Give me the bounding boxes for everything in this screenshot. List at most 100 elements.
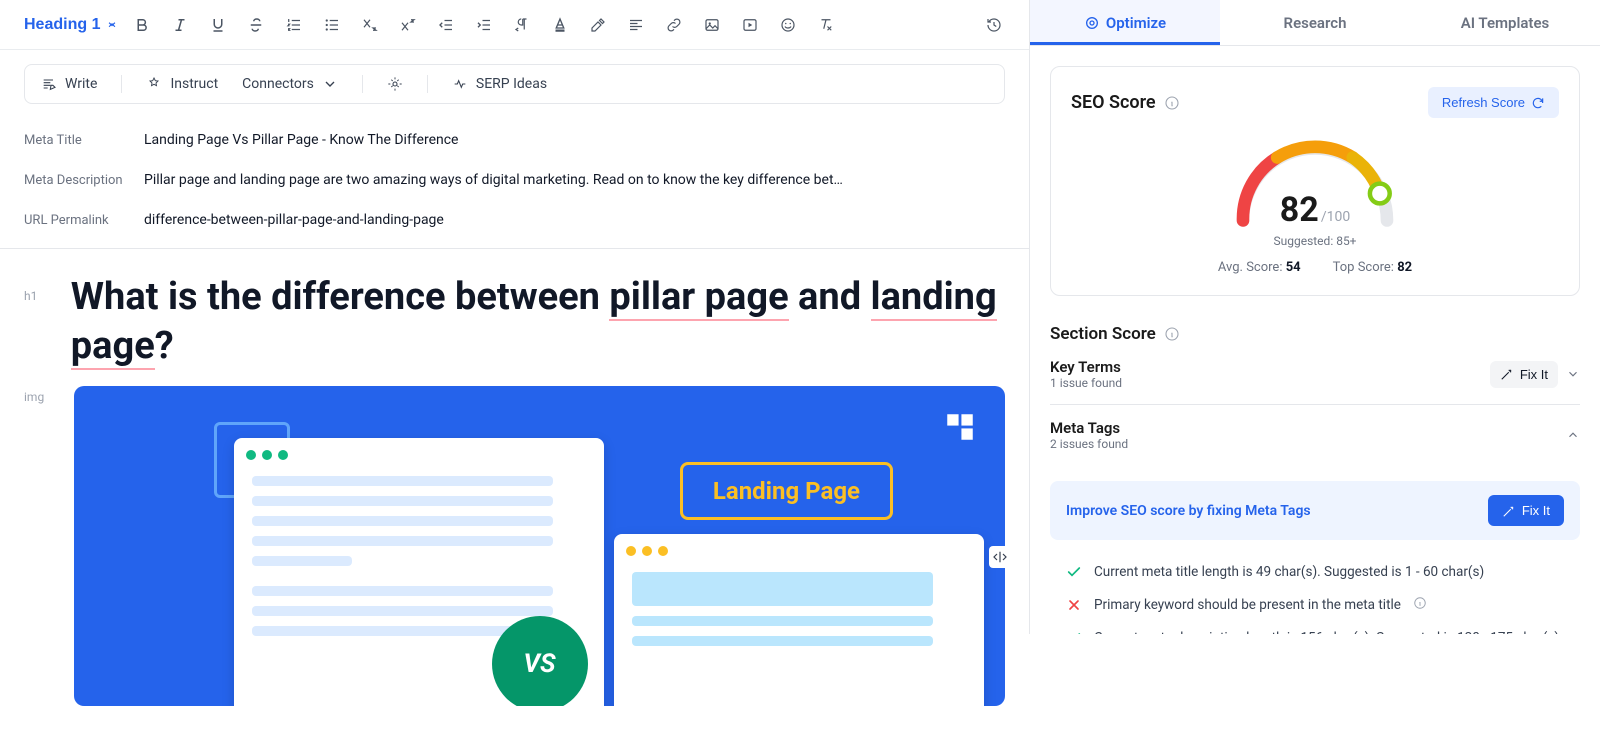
section-meta-tags[interactable]: Meta Tags 2 issues found xyxy=(1050,405,1580,465)
tab-optimize[interactable]: Optimize xyxy=(1030,0,1220,45)
italic-button[interactable] xyxy=(165,10,195,40)
settings-action[interactable] xyxy=(387,76,403,92)
landing-page-card xyxy=(614,534,984,706)
divider xyxy=(427,75,428,93)
section-key-terms[interactable]: Key Terms 1 issue found Fix It xyxy=(1050,344,1580,405)
highlight-button[interactable] xyxy=(583,10,613,40)
meta-block: Meta Title Landing Page Vs Pillar Page -… xyxy=(0,104,1029,249)
meta-permalink-value: difference-between-pillar-page-and-landi… xyxy=(144,212,1005,228)
img-tag-label: img xyxy=(24,386,56,404)
meta-permalink-label: URL Permalink xyxy=(24,213,144,228)
side-panel: Optimize Research AI Templates SEO Score… xyxy=(1030,0,1600,634)
paragraph-direction-button[interactable] xyxy=(507,10,537,40)
refresh-icon xyxy=(1531,96,1545,110)
document-image[interactable]: Landing Page VS xyxy=(74,386,1005,706)
seo-score-title: SEO Score xyxy=(1071,92,1180,113)
outdent-button[interactable] xyxy=(431,10,461,40)
document-h1[interactable]: What is the difference between pillar pa… xyxy=(71,273,1005,372)
issue-row: Primary keyword should be present in the… xyxy=(1050,588,1580,622)
text-color-button[interactable] xyxy=(545,10,575,40)
underline-button[interactable] xyxy=(203,10,233,40)
info-icon[interactable] xyxy=(1164,95,1180,111)
avg-score: Avg. Score: 54 xyxy=(1218,260,1301,275)
indent-button[interactable] xyxy=(469,10,499,40)
subscript-button[interactable] xyxy=(355,10,385,40)
callout-text: Improve SEO score by fixing Meta Tags xyxy=(1066,503,1311,519)
pane-resize-handle[interactable] xyxy=(989,546,1011,568)
key-terms-issues: 1 issue found xyxy=(1050,376,1122,390)
meta-title-value: Landing Page Vs Pillar Page - Know The D… xyxy=(144,132,1005,148)
superscript-button[interactable] xyxy=(393,10,423,40)
video-button[interactable] xyxy=(735,10,765,40)
score-gauge: 82/100 xyxy=(1225,130,1405,220)
h1-tag-label: h1 xyxy=(24,273,53,303)
divider xyxy=(121,75,122,93)
issue-text: Current meta description length is 156 c… xyxy=(1094,630,1559,634)
check-icon xyxy=(1066,564,1082,580)
instruct-label: Instruct xyxy=(170,76,218,92)
meta-tags-callout: Improve SEO score by fixing Meta Tags Fi… xyxy=(1050,481,1580,540)
divider xyxy=(362,75,363,93)
chevron-up-icon[interactable] xyxy=(1566,428,1580,442)
connectors-label: Connectors xyxy=(242,76,314,92)
format-toolbar: Heading 1 xyxy=(0,0,1029,50)
serp-ideas-label: SERP Ideas xyxy=(476,76,547,92)
chevron-down-icon[interactable] xyxy=(1566,367,1580,381)
section-score-title: Section Score xyxy=(1050,324,1580,344)
panel-content: SEO Score Refresh Score xyxy=(1030,46,1600,634)
issue-row: Current meta title length is 49 char(s).… xyxy=(1050,556,1580,588)
suggested-score: Suggested: 85+ xyxy=(1273,234,1356,248)
meta-permalink-row[interactable]: URL Permalink difference-between-pillar-… xyxy=(24,200,1005,240)
align-button[interactable] xyxy=(621,10,651,40)
check-icon xyxy=(1066,630,1082,634)
issue-row: Current meta description length is 156 c… xyxy=(1050,622,1580,634)
issue-text: Current meta title length is 49 char(s).… xyxy=(1094,564,1484,580)
image-button[interactable] xyxy=(697,10,727,40)
meta-desc-value: Pillar page and landing page are two ama… xyxy=(144,172,1005,188)
heading-select[interactable]: Heading 1 xyxy=(20,12,119,37)
issue-text: Primary keyword should be present in the… xyxy=(1094,597,1401,613)
wand-icon xyxy=(1502,504,1516,518)
keyword-1: pillar page xyxy=(609,275,788,321)
score-value: 82 xyxy=(1280,190,1319,230)
seo-score-card: SEO Score Refresh Score xyxy=(1050,66,1580,296)
meta-title-label: Meta Title xyxy=(24,133,144,148)
editor-pane: Heading 1 xyxy=(0,0,1030,634)
vs-badge: VS xyxy=(492,616,588,706)
refresh-score-button[interactable]: Refresh Score xyxy=(1428,87,1559,118)
key-terms-name: Key Terms xyxy=(1050,358,1122,376)
bold-button[interactable] xyxy=(127,10,157,40)
meta-desc-row[interactable]: Meta Description Pillar page and landing… xyxy=(24,160,1005,200)
connectors-action[interactable]: Connectors xyxy=(242,76,338,92)
meta-title-row[interactable]: Meta Title Landing Page Vs Pillar Page -… xyxy=(24,120,1005,160)
action-bar: Write Instruct Connectors SERP Ideas xyxy=(24,64,1005,104)
emoji-button[interactable] xyxy=(773,10,803,40)
ordered-list-button[interactable] xyxy=(279,10,309,40)
clear-format-button[interactable] xyxy=(811,10,841,40)
tab-ai-templates[interactable]: AI Templates xyxy=(1410,0,1600,45)
strikethrough-button[interactable] xyxy=(241,10,271,40)
brand-logo-icon xyxy=(943,410,977,444)
side-tabs: Optimize Research AI Templates xyxy=(1030,0,1600,46)
fix-key-terms-button[interactable]: Fix It xyxy=(1490,361,1558,388)
wand-icon xyxy=(1500,367,1514,381)
document-body: h1 What is the difference between pillar… xyxy=(0,249,1029,744)
info-icon[interactable] xyxy=(1164,326,1180,342)
tab-research[interactable]: Research xyxy=(1220,0,1410,45)
heading-select-wrap[interactable]: Heading 1 xyxy=(20,12,119,37)
serp-ideas-action[interactable]: SERP Ideas xyxy=(452,76,547,92)
meta-desc-label: Meta Description xyxy=(24,173,144,188)
meta-tags-name: Meta Tags xyxy=(1050,419,1128,437)
history-button[interactable] xyxy=(979,10,1009,40)
fix-meta-tags-button[interactable]: Fix It xyxy=(1488,495,1564,526)
write-action[interactable]: Write xyxy=(41,76,97,92)
link-button[interactable] xyxy=(659,10,689,40)
write-label: Write xyxy=(65,76,97,92)
instruct-action[interactable]: Instruct xyxy=(146,76,218,92)
top-score: Top Score: 82 xyxy=(1333,260,1412,275)
unordered-list-button[interactable] xyxy=(317,10,347,40)
cross-icon xyxy=(1066,597,1082,613)
score-of: /100 xyxy=(1321,209,1350,225)
landing-page-badge: Landing Page xyxy=(680,462,893,520)
info-icon[interactable] xyxy=(1413,596,1427,614)
